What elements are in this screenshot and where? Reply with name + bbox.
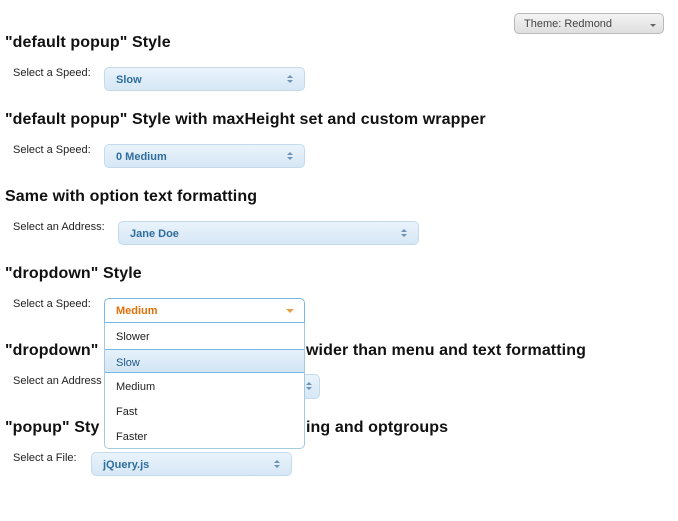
menu-item-label: Fast [116, 406, 138, 418]
menu-item-label: Slow [116, 357, 140, 369]
speed-select[interactable]: Slow [104, 67, 305, 91]
menu-item-medium[interactable]: Medium [105, 374, 304, 398]
menu-item-faster[interactable]: Faster [105, 424, 304, 448]
field-label-file: Select a File: [13, 452, 77, 464]
section-heading-dropdown-wider-start: "dropdown" [5, 342, 99, 359]
field-label-address: Select an Address [13, 375, 102, 387]
speed-dropdown-value: Medium [116, 305, 158, 317]
section-heading-default-popup: "default popup" Style [5, 34, 171, 51]
field-label-speed: Select a Speed: [13, 67, 91, 79]
up-down-arrows-icon [287, 152, 293, 161]
section-heading-maxheight: "default popup" Style with maxHeight set… [5, 111, 486, 128]
speed-select-value: 0 Medium [116, 151, 167, 163]
theme-switcher-label: Theme: Redmond [524, 18, 613, 30]
field-label-speed: Select a Speed: [13, 144, 91, 156]
up-down-arrows-icon [287, 75, 293, 84]
up-down-arrows-icon [306, 382, 312, 391]
menu-item-label: Medium [116, 381, 156, 393]
file-select[interactable]: jQuery.js [91, 452, 292, 476]
address-select-value: Jane Doe [130, 228, 179, 240]
speed-dropdown-menu: Slower Slow Medium Fast Faster [104, 323, 305, 449]
address-select[interactable]: Jane Doe [118, 221, 419, 245]
menu-item-label: Slower [116, 331, 150, 343]
section-heading-popup-end: ing and optgroups [306, 419, 449, 436]
caret-down-icon [286, 309, 294, 313]
section-heading-text-formatting: Same with option text formatting [5, 188, 258, 205]
chevron-down-icon [650, 24, 656, 27]
file-select-value: jQuery.js [103, 459, 150, 471]
speed-select-value: Slow [116, 74, 142, 86]
section-heading-dropdown-wider-end: wider than menu and text formatting [306, 342, 586, 359]
up-down-arrows-icon [401, 229, 407, 238]
speed-dropdown-open[interactable]: Medium [104, 298, 305, 323]
menu-item-fast[interactable]: Fast [105, 399, 304, 423]
up-down-arrows-icon [274, 460, 280, 469]
field-label-speed: Select a Speed: [13, 298, 91, 310]
menu-item-slower[interactable]: Slower [105, 324, 304, 348]
speed-select-maxheight[interactable]: 0 Medium [104, 144, 305, 168]
theme-switcher[interactable]: Theme: Redmond [514, 13, 664, 34]
menu-item-slow[interactable]: Slow [105, 349, 304, 373]
section-heading-popup-start: "popup" Sty [5, 419, 100, 436]
menu-item-label: Faster [116, 431, 148, 443]
field-label-address: Select an Address: [13, 221, 105, 233]
section-heading-dropdown: "dropdown" Style [5, 265, 142, 282]
